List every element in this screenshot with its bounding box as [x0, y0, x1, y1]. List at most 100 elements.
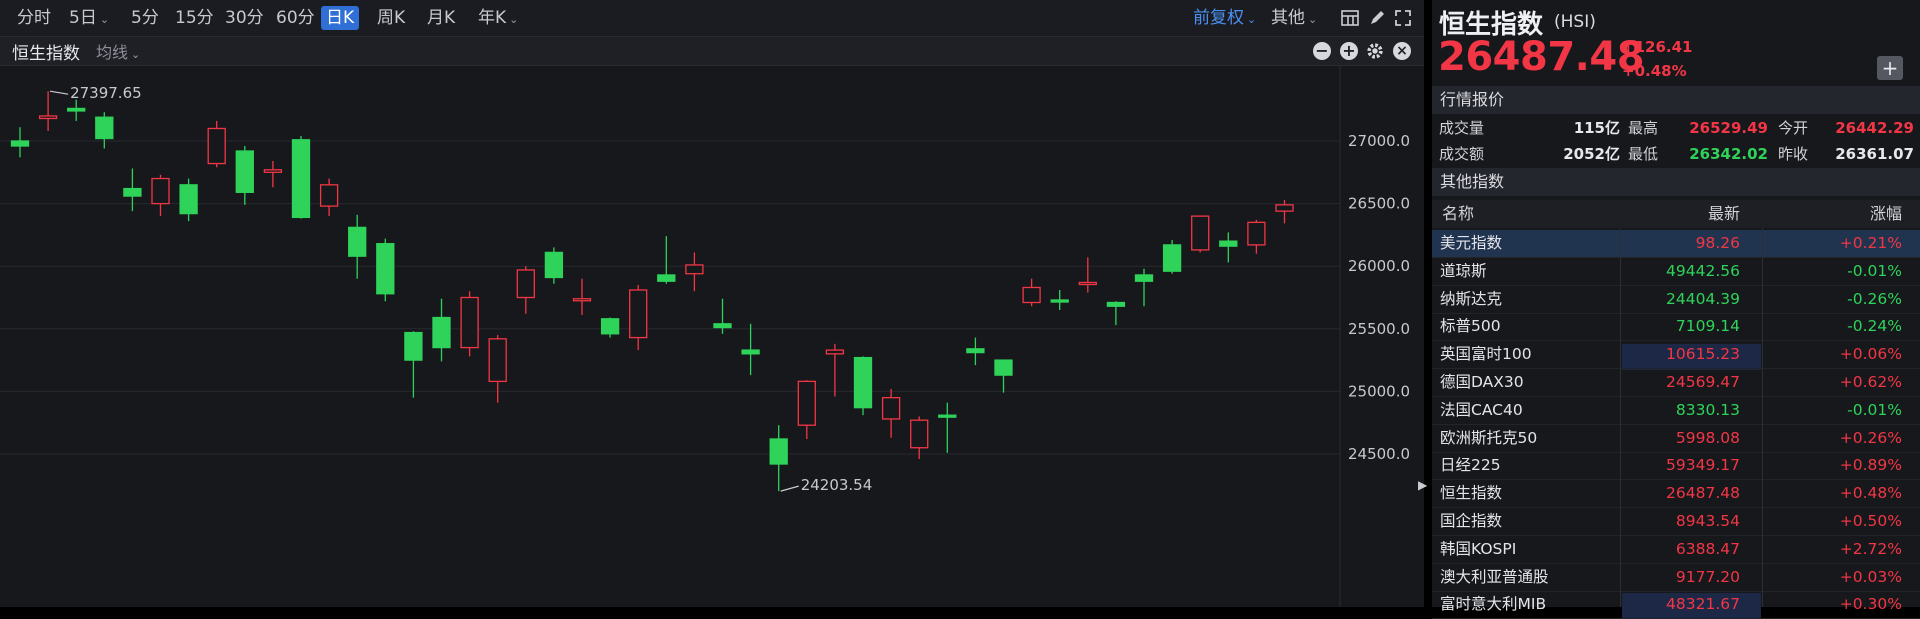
y-tick-label: 27000.0	[1348, 132, 1410, 150]
row-last: 98.26	[1695, 234, 1740, 252]
candle-body	[1275, 204, 1294, 212]
row-name: 法国CAC40	[1440, 400, 1523, 419]
candle-body	[741, 349, 760, 355]
period-5day[interactable]: 5日 ⌄	[64, 6, 114, 30]
row-change: +0.48%	[1839, 484, 1902, 503]
row-last: 9177.20	[1675, 567, 1740, 586]
candle-body	[151, 177, 170, 205]
period-30min[interactable]: 30分	[220, 6, 269, 30]
high-marker-arrow	[50, 90, 69, 95]
pencil-icon[interactable]	[1367, 8, 1387, 28]
candle-body	[966, 348, 985, 354]
table-row[interactable]: 欧洲斯托克50 5998.08 +0.26%	[1432, 425, 1920, 453]
low-marker-arrow	[780, 485, 799, 492]
candle-body	[404, 331, 423, 361]
table-row[interactable]: 美元指数 98.26 +0.21%	[1432, 230, 1920, 258]
row-change: -0.01%	[1847, 400, 1902, 419]
candle-body	[938, 414, 957, 418]
zoom-out-icon[interactable]: −	[1313, 42, 1331, 60]
candle-body	[263, 169, 283, 173]
candle-body	[1134, 274, 1154, 282]
col-last[interactable]: 最新	[1708, 200, 1740, 228]
table-row[interactable]: 澳大利亚普通股 9177.20 +0.03%	[1432, 564, 1920, 592]
row-last: 59349.17	[1666, 456, 1740, 475]
row-last: 49442.56	[1666, 261, 1740, 280]
candle-body	[629, 289, 648, 339]
table-row[interactable]: 国企指数 8943.54 +0.50%	[1432, 508, 1920, 536]
period-week-k[interactable]: 周K	[372, 6, 410, 30]
period-month-k[interactable]: 月K	[422, 6, 460, 30]
table-row[interactable]: 标普500 7109.14 -0.24%	[1432, 313, 1920, 342]
layout-grid-icon[interactable]	[1340, 8, 1360, 28]
table-row[interactable]: 德国DAX30 24569.47 +0.62%	[1432, 369, 1920, 397]
index-code: (HSI)	[1554, 12, 1596, 32]
candle-body	[1078, 281, 1097, 286]
candle-body	[207, 127, 226, 165]
chevron-down-icon: ⌄	[1247, 13, 1257, 26]
volume-label: 成交量	[1439, 119, 1485, 137]
quote-panel: 恒生指数 (HSI) 26487.48 ↑126.41 +0.48% + 行情报…	[1432, 0, 1920, 619]
row-change: +2.72%	[1839, 539, 1902, 558]
period-fenshi[interactable]: 分时	[12, 6, 56, 30]
row-last: 8330.13	[1675, 400, 1740, 419]
candle-body	[432, 316, 451, 349]
table-row[interactable]: 富时意大利MIB 48321.67 +0.30%	[1432, 591, 1920, 619]
close-icon[interactable]: ×	[1393, 42, 1411, 60]
period-5min[interactable]: 5分	[126, 6, 164, 30]
candlestick-chart[interactable]: 27000.0 26500.0 26000.0 25500.0 25000.0 24500…	[0, 66, 1424, 607]
row-name: 道琼斯	[1440, 261, 1487, 280]
candle-body	[38, 115, 58, 120]
index-change-pct: +0.48%	[1622, 62, 1687, 80]
row-name: 欧洲斯托克50	[1440, 428, 1538, 447]
table-row[interactable]: 纳斯达克 24404.39 -0.26%	[1432, 286, 1920, 314]
row-change: +0.21%	[1839, 234, 1902, 252]
table-row[interactable]: 英国富时100 10615.23 +0.06%	[1432, 341, 1920, 370]
open-label: 今开	[1778, 119, 1809, 137]
table-row[interactable]: 日经225 59349.17 +0.89%	[1432, 452, 1920, 481]
indices-table-header: 名称 最新 涨幅	[1432, 200, 1920, 228]
quote-row-1: 成交量 115亿 最高 26529.49 今开 26442.29	[1432, 115, 1920, 141]
zoom-in-icon[interactable]: +	[1340, 42, 1358, 60]
candle-body	[460, 296, 479, 349]
chevron-down-icon: ⌄	[131, 48, 141, 61]
table-row[interactable]: 道琼斯 49442.56 -0.01%	[1432, 258, 1920, 286]
collapse-panel-icon[interactable]: ▶	[1418, 478, 1428, 498]
row-change: +0.89%	[1839, 456, 1902, 475]
candle-body	[1106, 301, 1126, 307]
col-name[interactable]: 名称	[1442, 200, 1474, 228]
table-row[interactable]: 韩国KOSPI 6388.47 +2.72%	[1432, 536, 1920, 564]
candle-body	[572, 298, 592, 302]
candle-body	[881, 397, 901, 420]
row-change: +0.03%	[1839, 567, 1902, 586]
table-row[interactable]: 恒生指数 26487.48 +0.48%	[1432, 480, 1920, 509]
high-label: 最高	[1628, 119, 1659, 137]
low-label: 最低	[1628, 145, 1659, 163]
candle-body	[1162, 244, 1182, 272]
row-change: +0.62%	[1839, 373, 1902, 391]
gear-icon[interactable]	[1366, 42, 1384, 60]
turnover-value: 2052亿	[1563, 145, 1620, 163]
row-change: -0.24%	[1847, 317, 1902, 336]
table-row[interactable]: 法国CAC40 8330.13 -0.01%	[1432, 397, 1920, 425]
y-tick-label: 26500.0	[1348, 195, 1410, 213]
row-name: 国企指数	[1440, 512, 1503, 530]
candle-body	[67, 107, 86, 112]
adjust-label: 前复权	[1193, 8, 1244, 28]
period-year-k[interactable]: 年K ⌄	[473, 6, 523, 30]
row-last: 7109.14	[1675, 317, 1740, 336]
period-15min[interactable]: 15分	[170, 6, 219, 30]
quote-row-2: 成交额 2052亿 最低 26342.02 昨收 26361.07	[1432, 141, 1920, 167]
adjust-dropdown[interactable]: 前复权 ⌄	[1188, 6, 1261, 30]
other-dropdown[interactable]: 其他 ⌄	[1266, 6, 1322, 30]
section-quote-header: 行情报价	[1432, 86, 1920, 114]
y-tick-label: 25000.0	[1348, 382, 1410, 400]
period-60min[interactable]: 60分	[271, 6, 320, 30]
ma-dropdown[interactable]: 均线 ⌄	[96, 39, 140, 63]
candle-body	[319, 184, 339, 207]
y-tick-label: 26000.0	[1348, 257, 1410, 275]
fullscreen-icon[interactable]	[1393, 8, 1413, 28]
candle-body	[657, 274, 676, 282]
add-watchlist-button[interactable]: +	[1877, 56, 1903, 80]
period-day-k[interactable]: 日K	[321, 6, 360, 30]
col-change[interactable]: 涨幅	[1870, 200, 1902, 228]
